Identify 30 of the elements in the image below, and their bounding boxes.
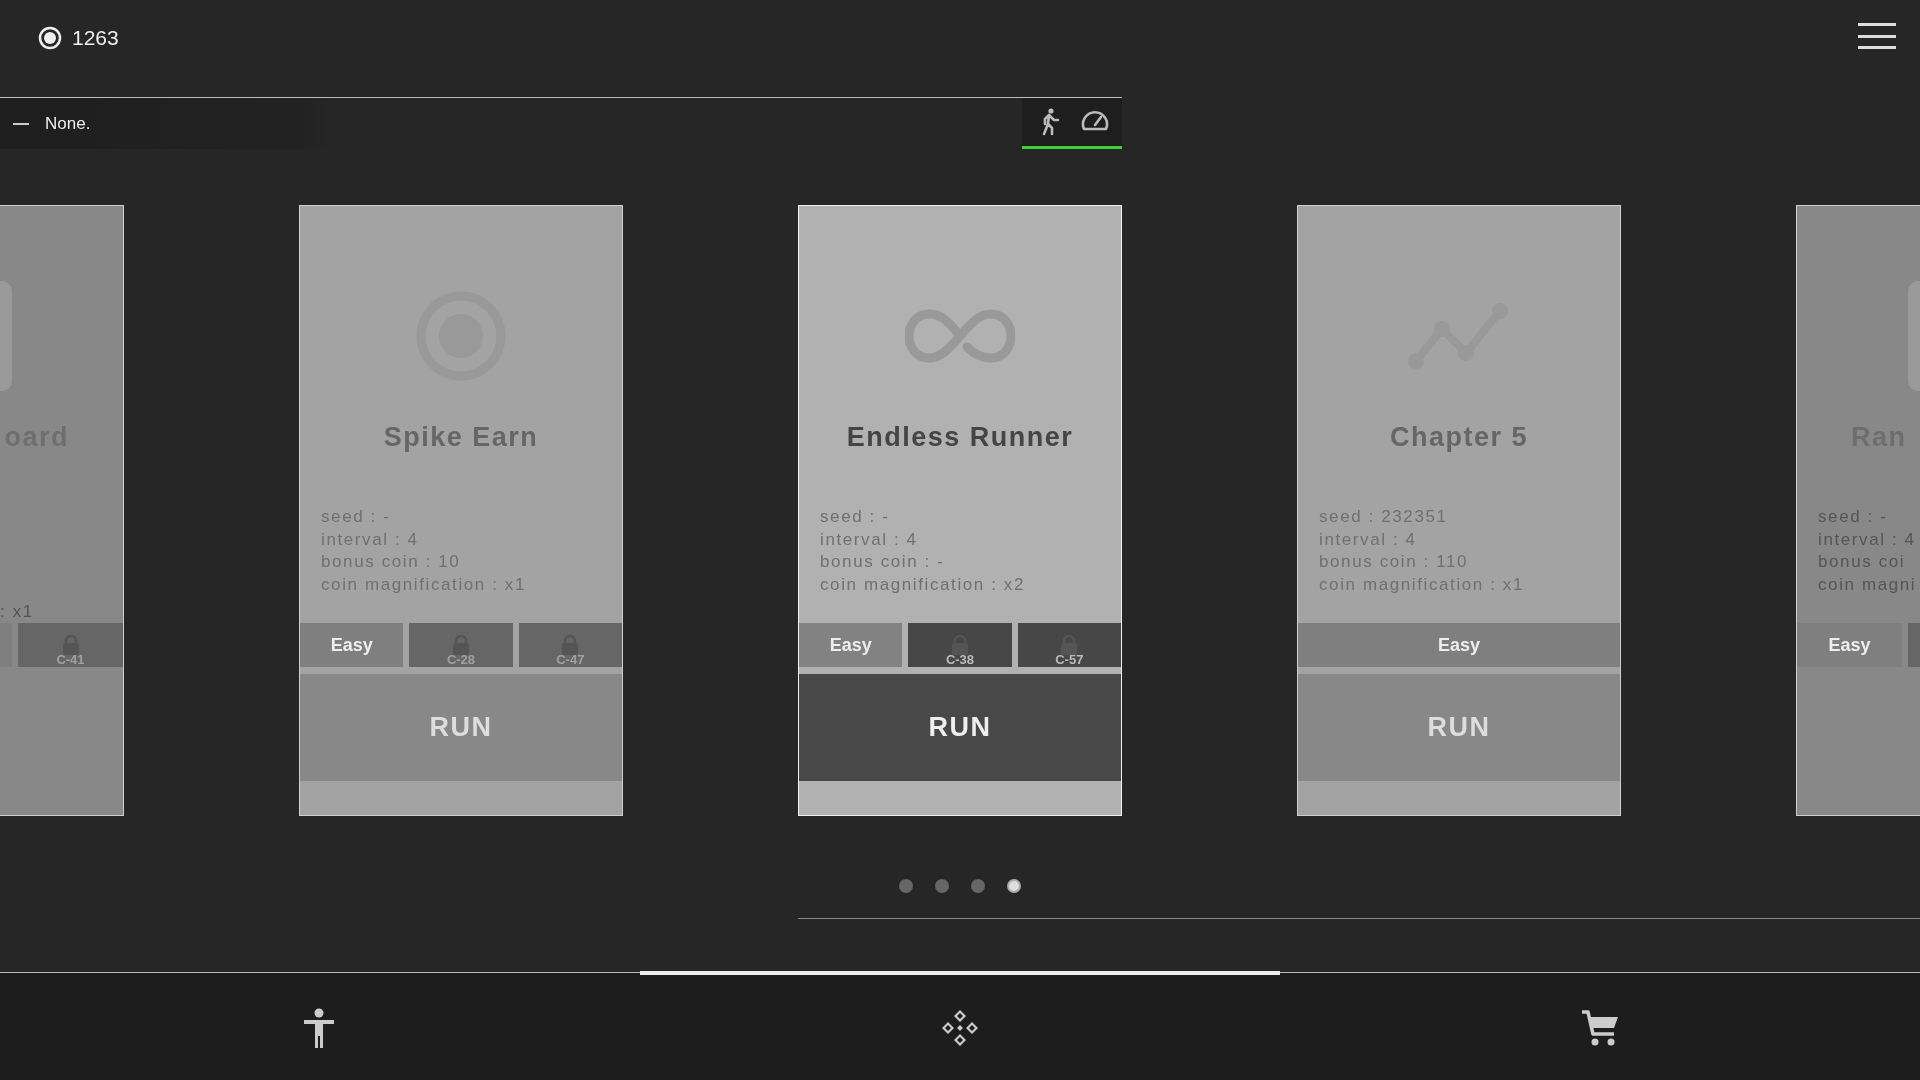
locked-difficulty-button[interactable]: C-38 [908, 623, 1012, 667]
run-button[interactable]: RUN [799, 674, 1121, 781]
stat-line: bonus coin : - [820, 551, 946, 573]
coin-count: 1263 [72, 25, 119, 51]
difficulty-button[interactable]: Easy [300, 623, 404, 667]
card-title: Chapter 5 [1389, 421, 1528, 454]
stat-line: interval : 4 [820, 528, 919, 551]
difficulty-button[interactable]: Easy [799, 623, 903, 667]
run-button[interactable]: RUN [300, 674, 622, 781]
card-title: Endless Runner [846, 421, 1074, 454]
page-dot[interactable] [899, 879, 913, 893]
difficulty-button[interactable]: Easy [1797, 623, 1902, 667]
diamond-grid-icon [940, 1007, 980, 1048]
stat-line: coin magnification : x2 [820, 573, 1026, 596]
status-text: None. [45, 112, 91, 135]
locked-difficulty-button[interactable]: C-41 [18, 623, 123, 667]
run-button[interactable]: RUN [1298, 674, 1620, 781]
page-dot[interactable] [935, 879, 949, 893]
menu-button[interactable] [1858, 23, 1896, 49]
locked-difficulty-button[interactable]: C-28 [409, 623, 513, 667]
locked-difficulty-button[interactable]: C-47 [518, 623, 622, 667]
stat-line: seed : - [820, 506, 891, 528]
page-dot[interactable] [1007, 879, 1021, 893]
coin-icon [38, 25, 62, 50]
locked-difficulty-button[interactable]: C-57 [1017, 623, 1121, 667]
cart-icon [1580, 1007, 1620, 1048]
page-dot[interactable] [971, 879, 985, 893]
dash-icon [13, 122, 29, 125]
card-title: Spike Earn [383, 421, 539, 454]
difficulty-button[interactable]: Easy [1298, 623, 1620, 667]
